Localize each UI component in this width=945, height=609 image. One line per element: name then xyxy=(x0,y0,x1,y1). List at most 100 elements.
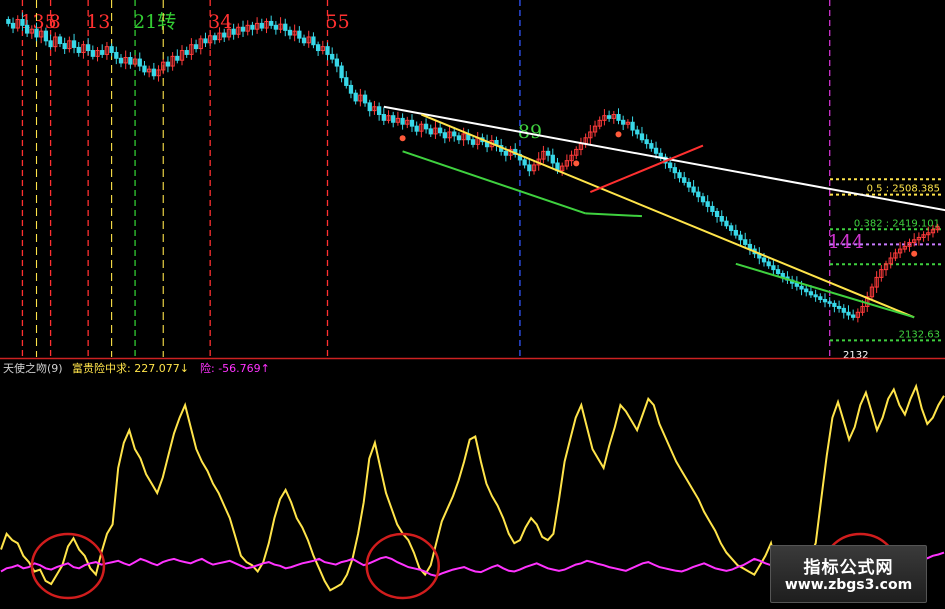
time-label-5: 55 xyxy=(326,11,350,33)
trend-line-green_3 xyxy=(735,262,915,319)
candle-body-82 xyxy=(391,115,396,123)
indicator-legend-1: 险: -56.769↑ xyxy=(200,361,270,375)
candle-body-138 xyxy=(653,147,659,154)
highlight-circle-1 xyxy=(365,532,441,600)
candle-body-130 xyxy=(616,114,621,121)
candle-body-110 xyxy=(522,159,527,166)
candle-body-180 xyxy=(851,314,856,318)
candle-body-87 xyxy=(414,125,419,132)
candle-body-46 xyxy=(222,32,227,38)
candle-body-36 xyxy=(175,55,180,61)
low-marker-2 xyxy=(615,131,622,138)
trend-line-white xyxy=(383,105,945,212)
candle-body-77 xyxy=(367,102,372,112)
candle-body-93 xyxy=(442,132,447,139)
candle-body-92 xyxy=(438,127,443,134)
low-marker-3 xyxy=(911,250,918,257)
candle-body-154 xyxy=(728,225,734,231)
low-marker-1 xyxy=(573,160,580,167)
price-panel: 1358 13 21转 34 55891440.5 : 2508.3850.382 : … xyxy=(6,0,945,361)
candle-body-149 xyxy=(705,201,710,207)
candle-body-136 xyxy=(644,139,649,145)
chart-svg: 1358 13 21转 34 55891440.5 : 2508.3850.382 : … xyxy=(0,0,945,600)
candle-body-8 xyxy=(43,30,49,42)
candle-body-177 xyxy=(836,305,842,309)
candle-body-172 xyxy=(813,294,818,298)
candle-body-66 xyxy=(315,44,321,52)
candle-body-73 xyxy=(348,84,354,94)
candle-body-143 xyxy=(677,172,682,179)
candle-body-44 xyxy=(212,35,218,41)
candle-body-115 xyxy=(545,150,551,156)
candle-body-0 xyxy=(6,19,11,24)
candle-body-146 xyxy=(691,186,696,193)
candle-body-24 xyxy=(118,57,124,64)
trend-line-yellow xyxy=(420,113,915,319)
candle-body-84 xyxy=(400,117,405,125)
candle-body-42 xyxy=(203,38,208,44)
candle-body-38 xyxy=(184,50,189,55)
candle-body-9 xyxy=(48,40,53,48)
trend-line-green_2 xyxy=(585,212,643,218)
candle-body-18 xyxy=(90,50,95,57)
candle-body-156 xyxy=(738,234,743,241)
candle-body-65 xyxy=(311,36,316,46)
candle-body-76 xyxy=(362,94,368,104)
candle-body-20 xyxy=(100,50,105,55)
candle-body-163 xyxy=(771,265,776,271)
candle-body-31 xyxy=(151,68,156,77)
time-label-1: 8 xyxy=(49,11,61,33)
candle-body-164 xyxy=(775,269,781,275)
candle-body-133 xyxy=(630,121,635,131)
candle-body-56 xyxy=(269,20,274,26)
time-label-3: 21转 xyxy=(133,11,176,33)
candle-body-135 xyxy=(639,133,645,141)
candle-body-155 xyxy=(733,229,738,236)
watermark-title: 指标公式网 xyxy=(803,558,894,578)
candle-body-28 xyxy=(137,58,142,67)
chart-stage: 135 8 13 21转 34 55 89 144 0.5 : 2508.385 0.382 : … xyxy=(0,0,945,609)
candle-body-116 xyxy=(550,154,555,164)
candle-body-150 xyxy=(710,205,715,212)
candle-body-71 xyxy=(339,65,344,79)
candle-body-80 xyxy=(381,114,386,121)
candle-body-151 xyxy=(714,210,720,218)
candle-body-95 xyxy=(452,131,457,137)
candle-body-174 xyxy=(822,298,828,303)
candle-body-176 xyxy=(832,302,837,307)
candle-body-15 xyxy=(76,46,81,53)
candle-body-170 xyxy=(804,288,809,293)
trend-line-red xyxy=(589,144,704,193)
candle-body-141 xyxy=(667,162,673,169)
candle-body-74 xyxy=(353,92,358,102)
candle-body-34 xyxy=(165,61,171,67)
candle-body-63 xyxy=(301,37,307,44)
candle-body-40 xyxy=(193,44,199,50)
candle-body-165 xyxy=(780,273,785,278)
candle-body-68 xyxy=(325,46,330,55)
candle-body-152 xyxy=(719,216,724,222)
candle-body-23 xyxy=(114,51,119,59)
indicator-title: 天使之吻(9) xyxy=(3,361,63,375)
candle-body-178 xyxy=(841,307,846,313)
candle-body-148 xyxy=(700,196,706,203)
candle-body-22 xyxy=(109,46,114,53)
candle-body-96 xyxy=(456,135,462,141)
candle-body-17 xyxy=(85,44,91,52)
fib-label-1: 0.5 : 2508.385 xyxy=(867,184,940,195)
candle-body-111 xyxy=(527,164,532,172)
candle-body-128 xyxy=(606,115,612,119)
candle-body-29 xyxy=(142,65,147,73)
candle-body-142 xyxy=(672,167,677,174)
candle-body-175 xyxy=(827,301,832,304)
candle-body-48 xyxy=(231,28,236,35)
candle-body-161 xyxy=(761,257,767,263)
candle-body-131 xyxy=(621,119,626,125)
candle-body-134 xyxy=(635,129,640,135)
candle-body-72 xyxy=(344,77,349,86)
candle-body-89 xyxy=(423,123,429,130)
candle-body-169 xyxy=(799,285,804,290)
candle-body-86 xyxy=(409,119,415,127)
watermark-logo: 指标公式网 www.zbgs3.com xyxy=(770,545,927,603)
candle-body-60 xyxy=(287,29,293,36)
